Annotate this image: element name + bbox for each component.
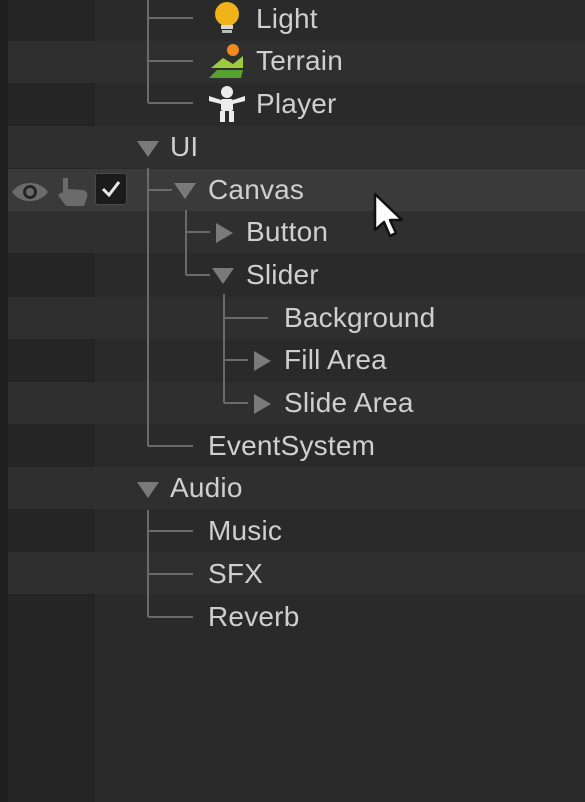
terrain-icon — [209, 44, 243, 78]
foldout-collapsed-icon[interactable] — [251, 350, 273, 372]
foldout-expanded-icon[interactable] — [211, 266, 235, 286]
foldout-collapsed-icon[interactable] — [213, 222, 235, 244]
foldout-expanded-icon[interactable] — [173, 181, 197, 201]
hierarchy-item-button[interactable]: Button — [246, 214, 328, 250]
hierarchy-item-audio[interactable]: Audio — [170, 470, 243, 506]
hierarchy-item-background[interactable]: Background — [284, 300, 435, 336]
active-toggle-checkbox[interactable] — [95, 173, 127, 205]
hierarchy-item-music[interactable]: Music — [208, 513, 282, 549]
hand-pointer-icon[interactable] — [55, 175, 91, 209]
foldout-collapsed-icon[interactable] — [251, 393, 273, 415]
row-bg-ui — [8, 126, 585, 168]
hierarchy-item-canvas[interactable]: Canvas — [208, 172, 304, 208]
hierarchy-item-light[interactable]: Light — [256, 1, 318, 37]
hierarchy-item-sfx[interactable]: SFX — [208, 556, 263, 592]
checkmark-icon — [101, 181, 121, 198]
hierarchy-item-player[interactable]: Player — [256, 86, 337, 122]
foldout-expanded-icon[interactable] — [136, 139, 160, 159]
hierarchy-item-reverb[interactable]: Reverb — [208, 599, 299, 635]
row-bg-sfx — [8, 552, 585, 594]
hierarchy-item-slider[interactable]: Slider — [246, 257, 319, 293]
player-figure-icon — [209, 86, 245, 122]
hierarchy-item-fill-area[interactable]: Fill Area — [284, 342, 387, 378]
foldout-expanded-icon[interactable] — [136, 480, 160, 500]
light-bulb-icon — [215, 2, 239, 33]
hierarchy-item-ui[interactable]: UI — [170, 129, 198, 165]
hierarchy-item-terrain[interactable]: Terrain — [256, 43, 343, 79]
hierarchy-item-eventsystem[interactable]: EventSystem — [208, 428, 375, 464]
eye-icon[interactable] — [10, 175, 50, 209]
mouse-cursor-icon — [373, 192, 404, 238]
hierarchy-item-slide-area[interactable]: Slide Area — [284, 385, 414, 421]
row-bg-audio — [8, 467, 585, 509]
